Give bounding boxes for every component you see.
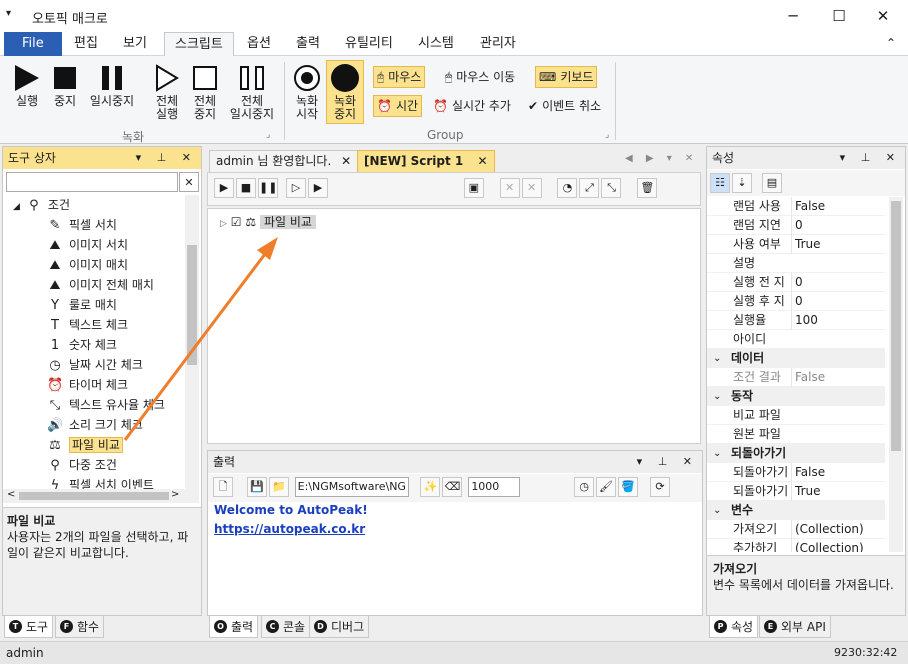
status-clock: 9230:32:42 <box>834 646 898 659</box>
annotation-arrow <box>123 237 278 441</box>
status-bar: admin 9230:32:42 <box>0 641 908 664</box>
status-user: admin <box>6 646 44 660</box>
